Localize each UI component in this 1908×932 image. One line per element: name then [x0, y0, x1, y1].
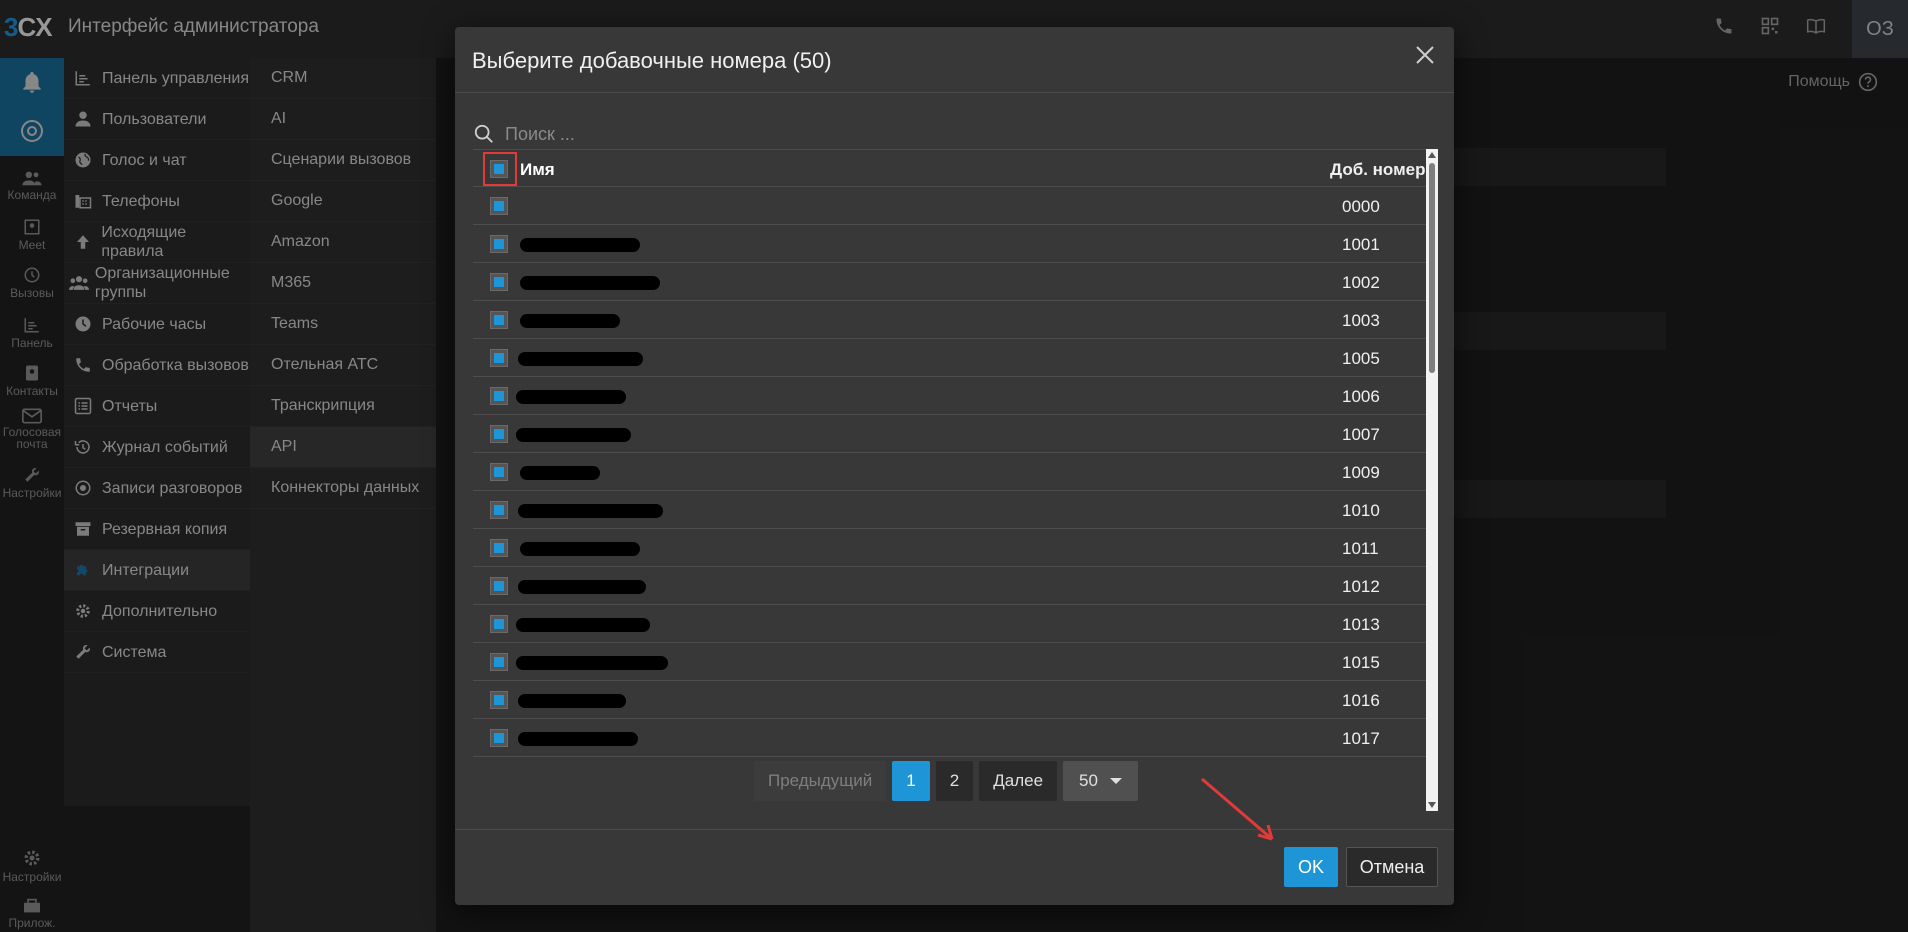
- redacted-name: [516, 428, 631, 442]
- next-page-button[interactable]: Далее: [979, 761, 1058, 801]
- dialog-header: Выберите добавочные номера (50): [455, 27, 1454, 93]
- dialog-footer: OK Отмена: [455, 829, 1454, 905]
- extension-number: 1001: [1342, 235, 1380, 254]
- extension-number: 1009: [1342, 463, 1380, 482]
- row-checkbox[interactable]: [490, 691, 508, 709]
- extension-number: 1011: [1342, 539, 1379, 558]
- extension-number: 1013: [1342, 615, 1380, 634]
- highlight-box: [483, 152, 517, 186]
- table-row[interactable]: 1016: [473, 681, 1427, 719]
- extension-number: 1007: [1342, 425, 1380, 444]
- scroll-up-icon[interactable]: [1428, 152, 1436, 158]
- prev-page-button[interactable]: Предыдущий: [754, 761, 887, 801]
- table-row[interactable]: 1009: [473, 453, 1427, 491]
- redacted-name: [520, 314, 620, 328]
- row-checkbox[interactable]: [490, 349, 508, 367]
- extension-number: 1005: [1342, 349, 1380, 368]
- redacted-name: [520, 466, 600, 480]
- table-scrollbar[interactable]: [1426, 149, 1438, 811]
- row-checkbox[interactable]: [490, 311, 508, 329]
- redacted-name: [516, 656, 668, 670]
- extension-number: 1012: [1342, 577, 1380, 596]
- annotation-arrow-icon: [1201, 777, 1274, 841]
- close-button[interactable]: [1410, 40, 1440, 70]
- row-checkbox[interactable]: [490, 615, 508, 633]
- row-checkbox[interactable]: [490, 235, 508, 253]
- table-row[interactable]: 1013: [473, 605, 1427, 643]
- redacted-name: [516, 618, 650, 632]
- extension-number: 1003: [1342, 311, 1380, 330]
- table-row[interactable]: 1010: [473, 491, 1427, 529]
- dialog-title: Выберите добавочные номера (50): [472, 48, 832, 73]
- extension-number: 1017: [1342, 729, 1380, 748]
- extension-number: 1015: [1342, 653, 1380, 672]
- extension-number: 0000: [1342, 197, 1380, 216]
- row-checkbox[interactable]: [490, 197, 508, 215]
- extensions-table: Имя Доб. номер 0000 1001 1002 1003 1005 1006 1…: [473, 149, 1427, 811]
- row-checkbox[interactable]: [490, 729, 508, 747]
- redacted-name: [518, 732, 638, 746]
- redacted-name: [518, 694, 626, 708]
- pagination: Предыдущий 1 2 Далее 50: [754, 761, 1138, 801]
- table-row[interactable]: 0000: [473, 187, 1427, 225]
- redacted-name: [518, 504, 663, 518]
- page-size-select[interactable]: 50: [1063, 761, 1138, 801]
- search-bar: [473, 115, 1403, 153]
- extension-number: 1010: [1342, 501, 1380, 520]
- extension-number: 1006: [1342, 387, 1380, 406]
- table-row[interactable]: 1012: [473, 567, 1427, 605]
- row-checkbox[interactable]: [490, 539, 508, 557]
- select-extensions-dialog: Выберите добавочные номера (50) Имя Доб.…: [455, 27, 1454, 905]
- row-checkbox[interactable]: [490, 653, 508, 671]
- table-row[interactable]: 1015: [473, 643, 1427, 681]
- ok-button[interactable]: OK: [1284, 847, 1338, 887]
- row-checkbox[interactable]: [490, 463, 508, 481]
- scroll-down-icon[interactable]: [1428, 802, 1436, 808]
- table-row[interactable]: 1006: [473, 377, 1427, 415]
- extension-number: 1016: [1342, 691, 1380, 710]
- extension-number: 1002: [1342, 273, 1380, 292]
- row-checkbox[interactable]: [490, 425, 508, 443]
- table-header: Имя Доб. номер: [473, 149, 1427, 187]
- table-row[interactable]: 1002: [473, 263, 1427, 301]
- table-row[interactable]: 1001: [473, 225, 1427, 263]
- redacted-name: [516, 390, 626, 404]
- page-2-button[interactable]: 2: [935, 761, 974, 801]
- scroll-thumb[interactable]: [1429, 163, 1435, 373]
- column-name[interactable]: Имя: [520, 160, 555, 180]
- row-checkbox[interactable]: [490, 577, 508, 595]
- cancel-button[interactable]: Отмена: [1346, 847, 1438, 887]
- table-row[interactable]: 1011: [473, 529, 1427, 567]
- close-icon: [1416, 46, 1434, 64]
- search-input[interactable]: [505, 123, 1105, 145]
- table-row[interactable]: 1017: [473, 719, 1427, 757]
- redacted-name: [520, 238, 640, 252]
- table-row[interactable]: 1005: [473, 339, 1427, 377]
- column-extension[interactable]: Доб. номер: [1330, 160, 1426, 180]
- row-checkbox[interactable]: [490, 273, 508, 291]
- redacted-name: [518, 580, 646, 594]
- redacted-name: [518, 352, 643, 366]
- redacted-name: [520, 276, 660, 290]
- chevron-down-icon: [1109, 778, 1122, 784]
- page-1-button[interactable]: 1: [892, 761, 930, 801]
- search-icon: [474, 124, 493, 143]
- redacted-name: [520, 542, 640, 556]
- table-row[interactable]: 1007: [473, 415, 1427, 453]
- row-checkbox[interactable]: [490, 387, 508, 405]
- row-checkbox[interactable]: [490, 501, 508, 519]
- table-row[interactable]: 1003: [473, 301, 1427, 339]
